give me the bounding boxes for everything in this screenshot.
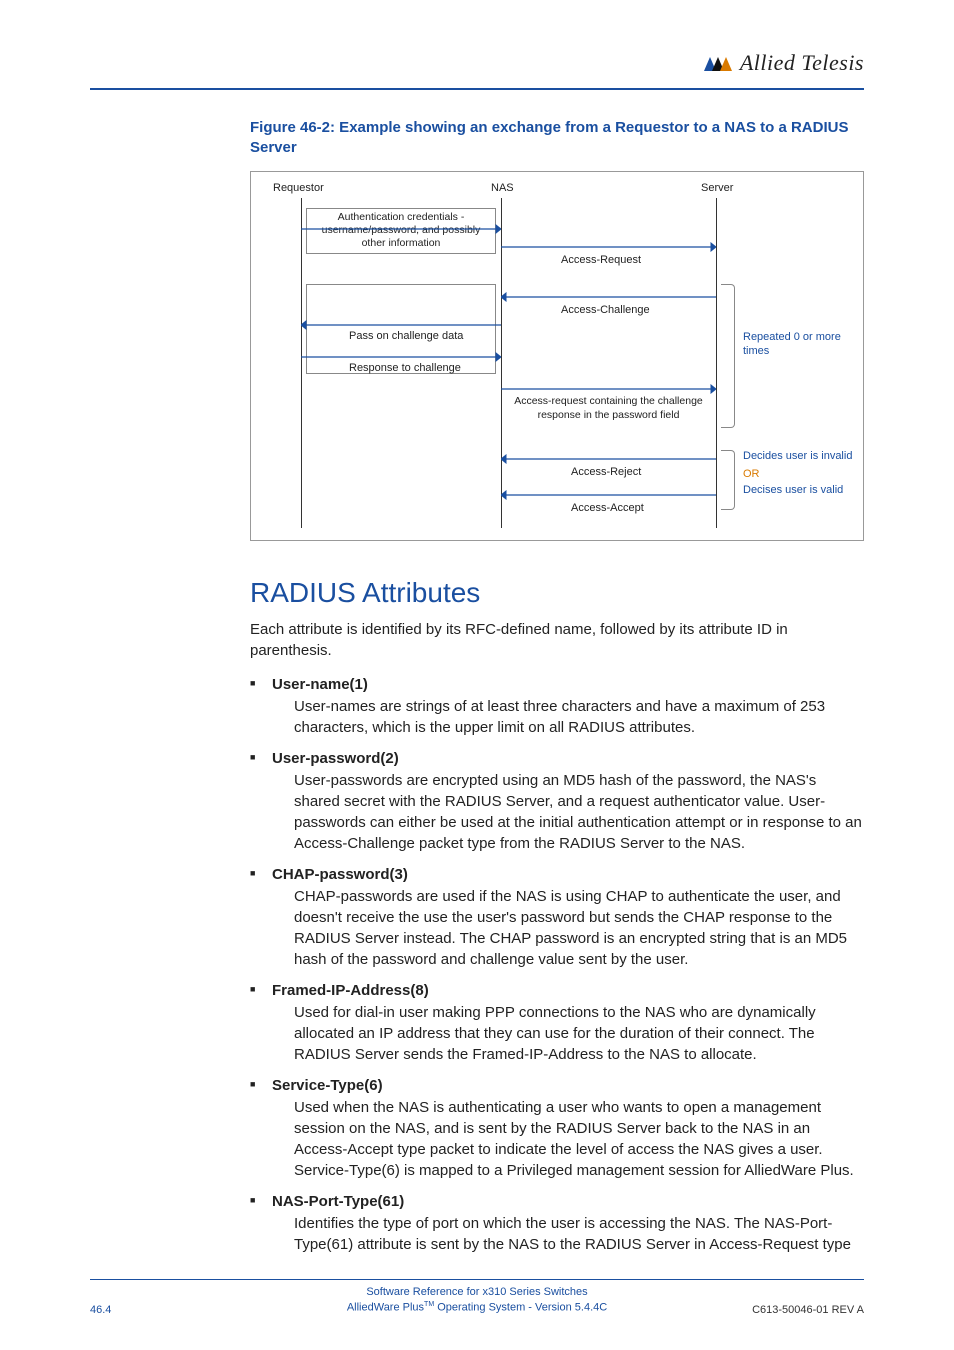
footer-rev: C613-50046-01 REV A [752, 1304, 864, 1316]
repeat-bracket [721, 284, 735, 428]
brand-logo: Allied Telesis [698, 50, 864, 76]
attr-body: User-passwords are encrypted using an MD… [272, 770, 864, 854]
access-request-label: Access-Request [561, 254, 641, 266]
invalid-label: Decides user is invalid [743, 450, 861, 462]
repeated-label: Repeated 0 or more times [743, 330, 853, 359]
arrow-access-challenge [501, 292, 716, 302]
page-number: 46.4 [90, 1304, 111, 1316]
attr-title: User-name(1) [272, 676, 368, 693]
arrow-accept [501, 490, 716, 500]
attr-body: User-names are strings of at least three… [272, 696, 864, 738]
attr-title: Framed-IP-Address(8) [272, 982, 429, 999]
attr-title: User-password(2) [272, 750, 399, 767]
list-item: Service-Type(6) Used when the NAS is aut… [250, 1077, 864, 1181]
arrow-reject [501, 454, 716, 464]
attr-title: Service-Type(6) [272, 1077, 383, 1094]
pass-on-label: Pass on challenge data [349, 330, 463, 342]
page-footer: 46.4 Software Reference for x310 Series … [90, 1304, 864, 1316]
footer-center: Software Reference for x310 Series Switc… [90, 1285, 864, 1316]
brand-mark-icon [698, 53, 734, 73]
list-item: User-password(2) User-passwords are encr… [250, 750, 864, 854]
attr-title: CHAP-password(3) [272, 866, 408, 883]
nas-label: NAS [491, 182, 514, 194]
footer-rule [90, 1279, 864, 1280]
list-item: CHAP-password(3) CHAP-passwords are used… [250, 866, 864, 970]
footer-line2: AlliedWare PlusTM Operating System - Ver… [90, 1300, 864, 1316]
attribute-list: User-name(1) User-names are strings of a… [250, 676, 864, 1255]
access-challenge-label: Access-Challenge [561, 304, 650, 316]
arrow-pass-on [301, 320, 501, 330]
brand-text: Allied Telesis [740, 50, 864, 76]
server-lifeline [716, 198, 717, 528]
arrow-response [301, 352, 501, 362]
server-label: Server [701, 182, 733, 194]
attr-body: Used for dial-in user making PPP connect… [272, 1002, 864, 1065]
arrow-access-request [501, 242, 716, 252]
figure-caption: Figure 46-2: Example showing an exchange… [250, 118, 864, 159]
footer-line1: Software Reference for x310 Series Switc… [90, 1285, 864, 1300]
reject-label: Access-Reject [571, 466, 641, 478]
containing-label: Access-request containing the challenge … [506, 392, 711, 426]
section-intro: Each attribute is identified by its RFC-… [250, 619, 864, 663]
response-label: Response to challenge [349, 362, 461, 374]
attr-body: Used when the NAS is authenticating a us… [272, 1097, 864, 1181]
decision-bracket [721, 450, 735, 510]
list-item: NAS-Port-Type(61) Identifies the type of… [250, 1193, 864, 1255]
arrow-containing [501, 384, 716, 394]
attr-body: CHAP-passwords are used if the NAS is us… [272, 886, 864, 970]
requestor-lifeline [301, 198, 302, 528]
arrow-req-to-nas-1 [301, 224, 501, 234]
section-heading: RADIUS Attributes [250, 577, 864, 609]
list-item: Framed-IP-Address(8) Used for dial-in us… [250, 982, 864, 1065]
valid-label: Decises user is valid [743, 484, 861, 496]
header-rule [90, 88, 864, 90]
sequence-diagram: Requestor NAS Server Authentication cred… [250, 171, 864, 541]
page-header: Allied Telesis [90, 50, 864, 84]
requestor-label: Requestor [273, 182, 324, 194]
attr-body: Identifies the type of port on which the… [272, 1213, 864, 1255]
accept-label: Access-Accept [571, 502, 644, 514]
or-label: OR [743, 468, 760, 480]
attr-title: NAS-Port-Type(61) [272, 1193, 404, 1210]
list-item: User-name(1) User-names are strings of a… [250, 676, 864, 738]
